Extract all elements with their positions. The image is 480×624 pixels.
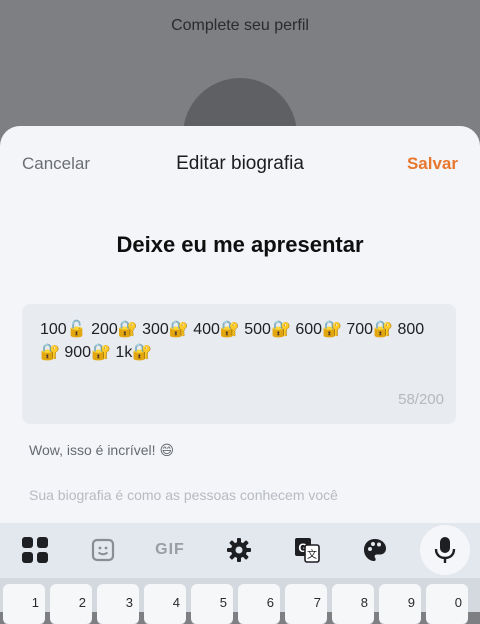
key-2[interactable]: 2: [50, 584, 92, 624]
key-7[interactable]: 7: [285, 584, 327, 624]
bio-description: Sua biografia é como as pessoas conhecem…: [29, 487, 338, 503]
apps-grid-icon[interactable]: [15, 530, 55, 570]
key-5[interactable]: 5: [191, 584, 233, 624]
key-6[interactable]: 6: [238, 584, 280, 624]
svg-text:文: 文: [307, 548, 317, 561]
mic-icon[interactable]: [420, 525, 470, 575]
sticker-icon[interactable]: [83, 530, 123, 570]
gif-label: GIF: [155, 541, 185, 558]
gif-icon[interactable]: GIF: [150, 530, 190, 570]
gear-icon[interactable]: [219, 530, 259, 570]
key-1[interactable]: 1: [3, 584, 45, 624]
key-0[interactable]: 0: [426, 584, 468, 624]
character-counter: 58/200: [398, 391, 444, 408]
keyboard-number-row: 1 2 3 4 5 6 7 8 9 0: [0, 578, 480, 624]
palette-icon[interactable]: [355, 530, 395, 570]
key-8[interactable]: 8: [332, 584, 374, 624]
key-9[interactable]: 9: [379, 584, 421, 624]
save-button[interactable]: Salvar: [407, 154, 458, 174]
feedback-hint: Wow, isso é incrível! 😄: [29, 442, 175, 458]
screen-title: Complete seu perfil: [171, 17, 309, 34]
bio-text[interactable]: 100🔓 200🔐 300🔐 400🔐 500🔐 600🔐 700🔐 800🔐 …: [40, 318, 440, 364]
bio-input[interactable]: 100🔓 200🔐 300🔐 400🔐 500🔐 600🔐 700🔐 800🔐 …: [22, 304, 456, 424]
key-3[interactable]: 3: [97, 584, 139, 624]
edit-bio-sheet: Cancelar Editar biografia Salvar Deixe e…: [0, 126, 480, 526]
keyboard-toolbar: GIF G 文: [0, 523, 480, 578]
page-heading: Deixe eu me apresentar: [116, 232, 364, 257]
key-4[interactable]: 4: [144, 584, 186, 624]
translate-icon[interactable]: G 文: [287, 530, 327, 570]
